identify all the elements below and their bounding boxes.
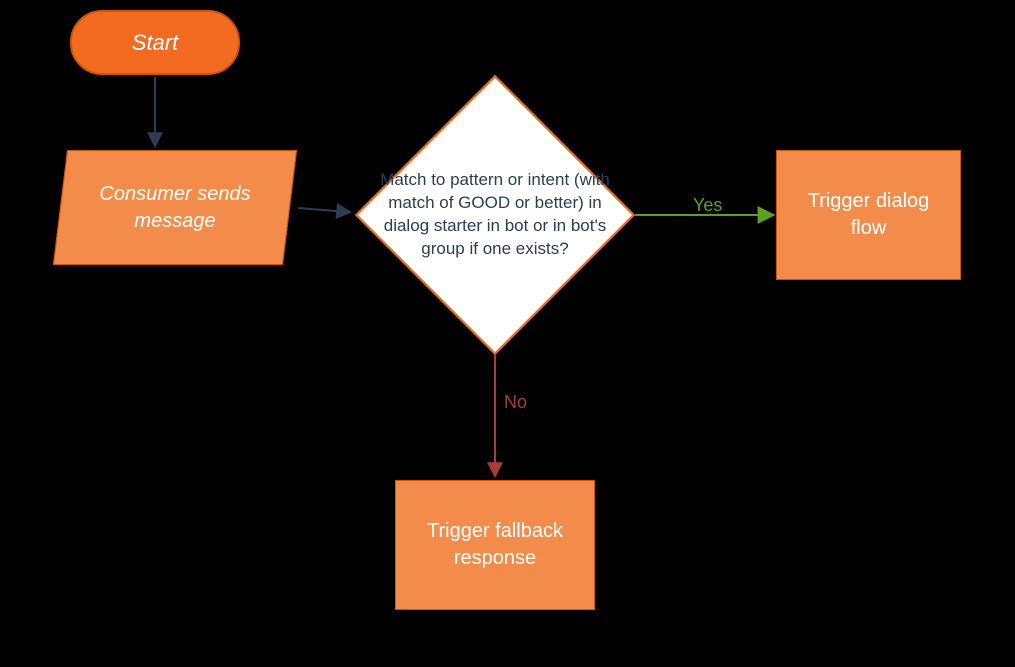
- fallback-node: Trigger fallback response: [395, 480, 595, 610]
- dialog-flow-node: Trigger dialog flow: [776, 150, 961, 280]
- fallback-label: Trigger fallback response: [410, 518, 580, 572]
- dialog-flow-label: Trigger dialog flow: [791, 188, 946, 242]
- yes-edge-label: Yes: [693, 195, 722, 216]
- decision-node: Match to pattern or intent (with match o…: [355, 75, 635, 355]
- input-node: Consumer sends message: [60, 150, 290, 265]
- edge-input-to-decision: [298, 208, 349, 212]
- start-label: Start: [132, 30, 178, 56]
- start-node: Start: [70, 10, 240, 75]
- decision-label: Match to pattern or intent (with match o…: [355, 75, 635, 355]
- no-edge-label: No: [504, 392, 527, 413]
- input-label: Consumer sends message: [60, 150, 290, 265]
